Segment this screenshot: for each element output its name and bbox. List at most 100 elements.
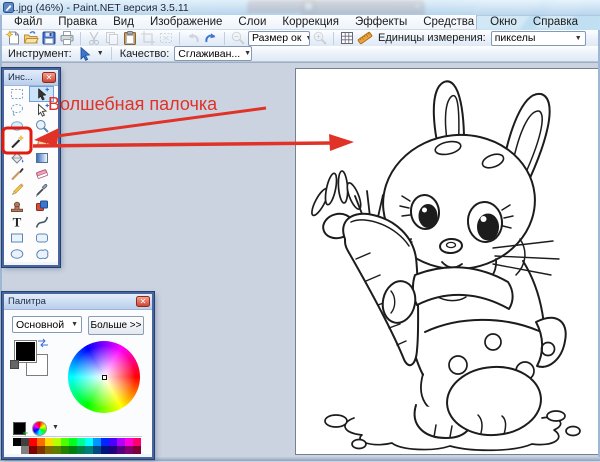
color-mode-toggle-icon[interactable] bbox=[10, 360, 19, 369]
palette-swatch[interactable] bbox=[53, 438, 61, 446]
tool-paint-bucket[interactable] bbox=[4, 150, 29, 166]
tool-rectangle-select[interactable] bbox=[4, 86, 29, 102]
add-swatch-icon[interactable]: + bbox=[13, 422, 26, 435]
save-icon[interactable] bbox=[41, 30, 57, 46]
palette-swatch[interactable] bbox=[13, 446, 21, 454]
tool-magic-wand[interactable] bbox=[4, 134, 29, 150]
palette-swatch[interactable] bbox=[109, 438, 117, 446]
palette-swatch[interactable] bbox=[101, 446, 109, 454]
tools-window: Инс... ✕ T bbox=[2, 68, 60, 267]
palette-swatch[interactable] bbox=[61, 446, 69, 454]
open-file-icon[interactable] bbox=[23, 30, 39, 46]
chevron-down-icon[interactable]: ▼ bbox=[52, 424, 59, 431]
menu-item-window[interactable]: Окно bbox=[482, 16, 525, 28]
palette-swatch[interactable] bbox=[125, 446, 133, 454]
palette-window-titlebar[interactable]: Палитра ✕ bbox=[4, 294, 152, 310]
palette-swatch[interactable] bbox=[117, 446, 125, 454]
tool-clone-stamp[interactable] bbox=[4, 198, 29, 214]
palette-swatch[interactable] bbox=[21, 446, 29, 454]
palette-swatch[interactable] bbox=[29, 438, 37, 446]
menu-item-edit[interactable]: Правка bbox=[50, 16, 105, 28]
palette-swatch[interactable] bbox=[45, 446, 53, 454]
palette-more-button[interactable]: Больше >> bbox=[88, 316, 144, 335]
tool-ellipse-select[interactable] bbox=[4, 118, 29, 134]
palette-swatch[interactable] bbox=[21, 438, 29, 446]
palette-swatch[interactable] bbox=[133, 446, 141, 454]
deselect-icon bbox=[158, 30, 174, 46]
tool-move-selected-pixels[interactable] bbox=[29, 86, 54, 102]
tool-pencil[interactable] bbox=[4, 182, 29, 198]
paste-icon[interactable] bbox=[122, 30, 138, 46]
zoom-in-icon bbox=[312, 30, 328, 46]
menu-item-image[interactable]: Изображение bbox=[142, 16, 230, 28]
tool-ellipse[interactable] bbox=[4, 246, 29, 262]
tool-text[interactable]: T bbox=[4, 214, 29, 230]
tool-color-picker[interactable] bbox=[29, 182, 54, 198]
tool-line-curve[interactable] bbox=[29, 214, 54, 230]
palette-swatch[interactable] bbox=[45, 438, 53, 446]
menu-bar: Файл Правка Вид Изображение Слои Коррекц… bbox=[0, 15, 477, 30]
palette-swatch[interactable] bbox=[117, 438, 125, 446]
tool-freeform-shape[interactable] bbox=[29, 246, 54, 262]
palette-swatch[interactable] bbox=[101, 438, 109, 446]
palette-swatch[interactable] bbox=[93, 446, 101, 454]
tool-grid: T bbox=[4, 86, 58, 262]
tool-options-toolbar: Инструмент: ▼ Качество: Сглаживан...▼ bbox=[0, 46, 600, 62]
quality-combobox[interactable]: Сглаживан...▼ bbox=[174, 46, 252, 61]
ruler-icon[interactable] bbox=[357, 30, 373, 46]
redo-icon[interactable] bbox=[203, 30, 219, 46]
palette-swatch[interactable] bbox=[125, 438, 133, 446]
palette-swatch[interactable] bbox=[109, 446, 117, 454]
palette-swatch[interactable] bbox=[61, 438, 69, 446]
close-icon[interactable]: ✕ bbox=[136, 296, 150, 307]
image-canvas[interactable] bbox=[295, 68, 599, 455]
palette-manager-icon[interactable] bbox=[32, 421, 47, 436]
menu-item-help[interactable]: Справка bbox=[525, 16, 586, 28]
tool-paintbrush[interactable] bbox=[4, 166, 29, 182]
palette-swatch[interactable] bbox=[85, 446, 93, 454]
print-icon[interactable] bbox=[59, 30, 75, 46]
zoom-size-combobox[interactable]: Размер ок▼ bbox=[248, 31, 310, 46]
palette-swatch[interactable] bbox=[133, 438, 141, 446]
close-icon[interactable]: ✕ bbox=[42, 72, 56, 83]
palette-swatch[interactable] bbox=[93, 438, 101, 446]
tool-pan[interactable] bbox=[29, 134, 54, 150]
chevron-down-icon[interactable]: ▼ bbox=[97, 50, 104, 57]
tool-recolor[interactable] bbox=[29, 198, 54, 214]
zoom-size-value: Размер ок bbox=[252, 32, 301, 44]
palette-swatch[interactable] bbox=[37, 446, 45, 454]
tool-rectangle[interactable] bbox=[4, 230, 29, 246]
grid-icon[interactable] bbox=[339, 30, 355, 46]
swap-colors-icon[interactable] bbox=[37, 338, 49, 348]
tool-gradient[interactable] bbox=[29, 150, 54, 166]
menu-item-utilities[interactable]: Средства bbox=[415, 16, 482, 28]
tool-move-selection[interactable] bbox=[29, 102, 54, 118]
palette-swatch[interactable] bbox=[37, 438, 45, 446]
tool-lasso-select[interactable] bbox=[4, 102, 29, 118]
tool-eraser[interactable] bbox=[29, 166, 54, 182]
palette-swatch[interactable] bbox=[69, 438, 77, 446]
palette-swatch[interactable] bbox=[77, 438, 85, 446]
palette-swatch[interactable] bbox=[69, 446, 77, 454]
units-combobox[interactable]: пикселы▼ bbox=[491, 31, 586, 46]
tools-window-titlebar[interactable]: Инс... ✕ bbox=[4, 70, 58, 86]
menu-item-file[interactable]: Файл bbox=[6, 16, 50, 28]
cut-icon bbox=[86, 30, 102, 46]
tool-label: Инструмент: bbox=[8, 48, 72, 60]
menu-item-adjust[interactable]: Коррекция bbox=[274, 16, 347, 28]
palette-swatch[interactable] bbox=[85, 438, 93, 446]
svg-text:T: T bbox=[12, 215, 21, 230]
new-file-icon[interactable] bbox=[5, 30, 21, 46]
menu-item-view[interactable]: Вид bbox=[105, 16, 142, 28]
palette-swatch[interactable] bbox=[53, 446, 61, 454]
palette-swatch[interactable] bbox=[77, 446, 85, 454]
current-tool-icon[interactable] bbox=[77, 46, 93, 62]
palette-swatch[interactable] bbox=[29, 446, 37, 454]
menu-item-layers[interactable]: Слои bbox=[230, 16, 274, 28]
palette-swatch-grid bbox=[13, 438, 141, 454]
menu-item-effects[interactable]: Эффекты bbox=[347, 16, 415, 28]
tool-rounded-rectangle[interactable] bbox=[29, 230, 54, 246]
tool-zoom[interactable] bbox=[29, 118, 54, 134]
palette-swatch[interactable] bbox=[13, 438, 21, 446]
palette-mode-combobox[interactable]: Основной▼ bbox=[12, 316, 82, 333]
